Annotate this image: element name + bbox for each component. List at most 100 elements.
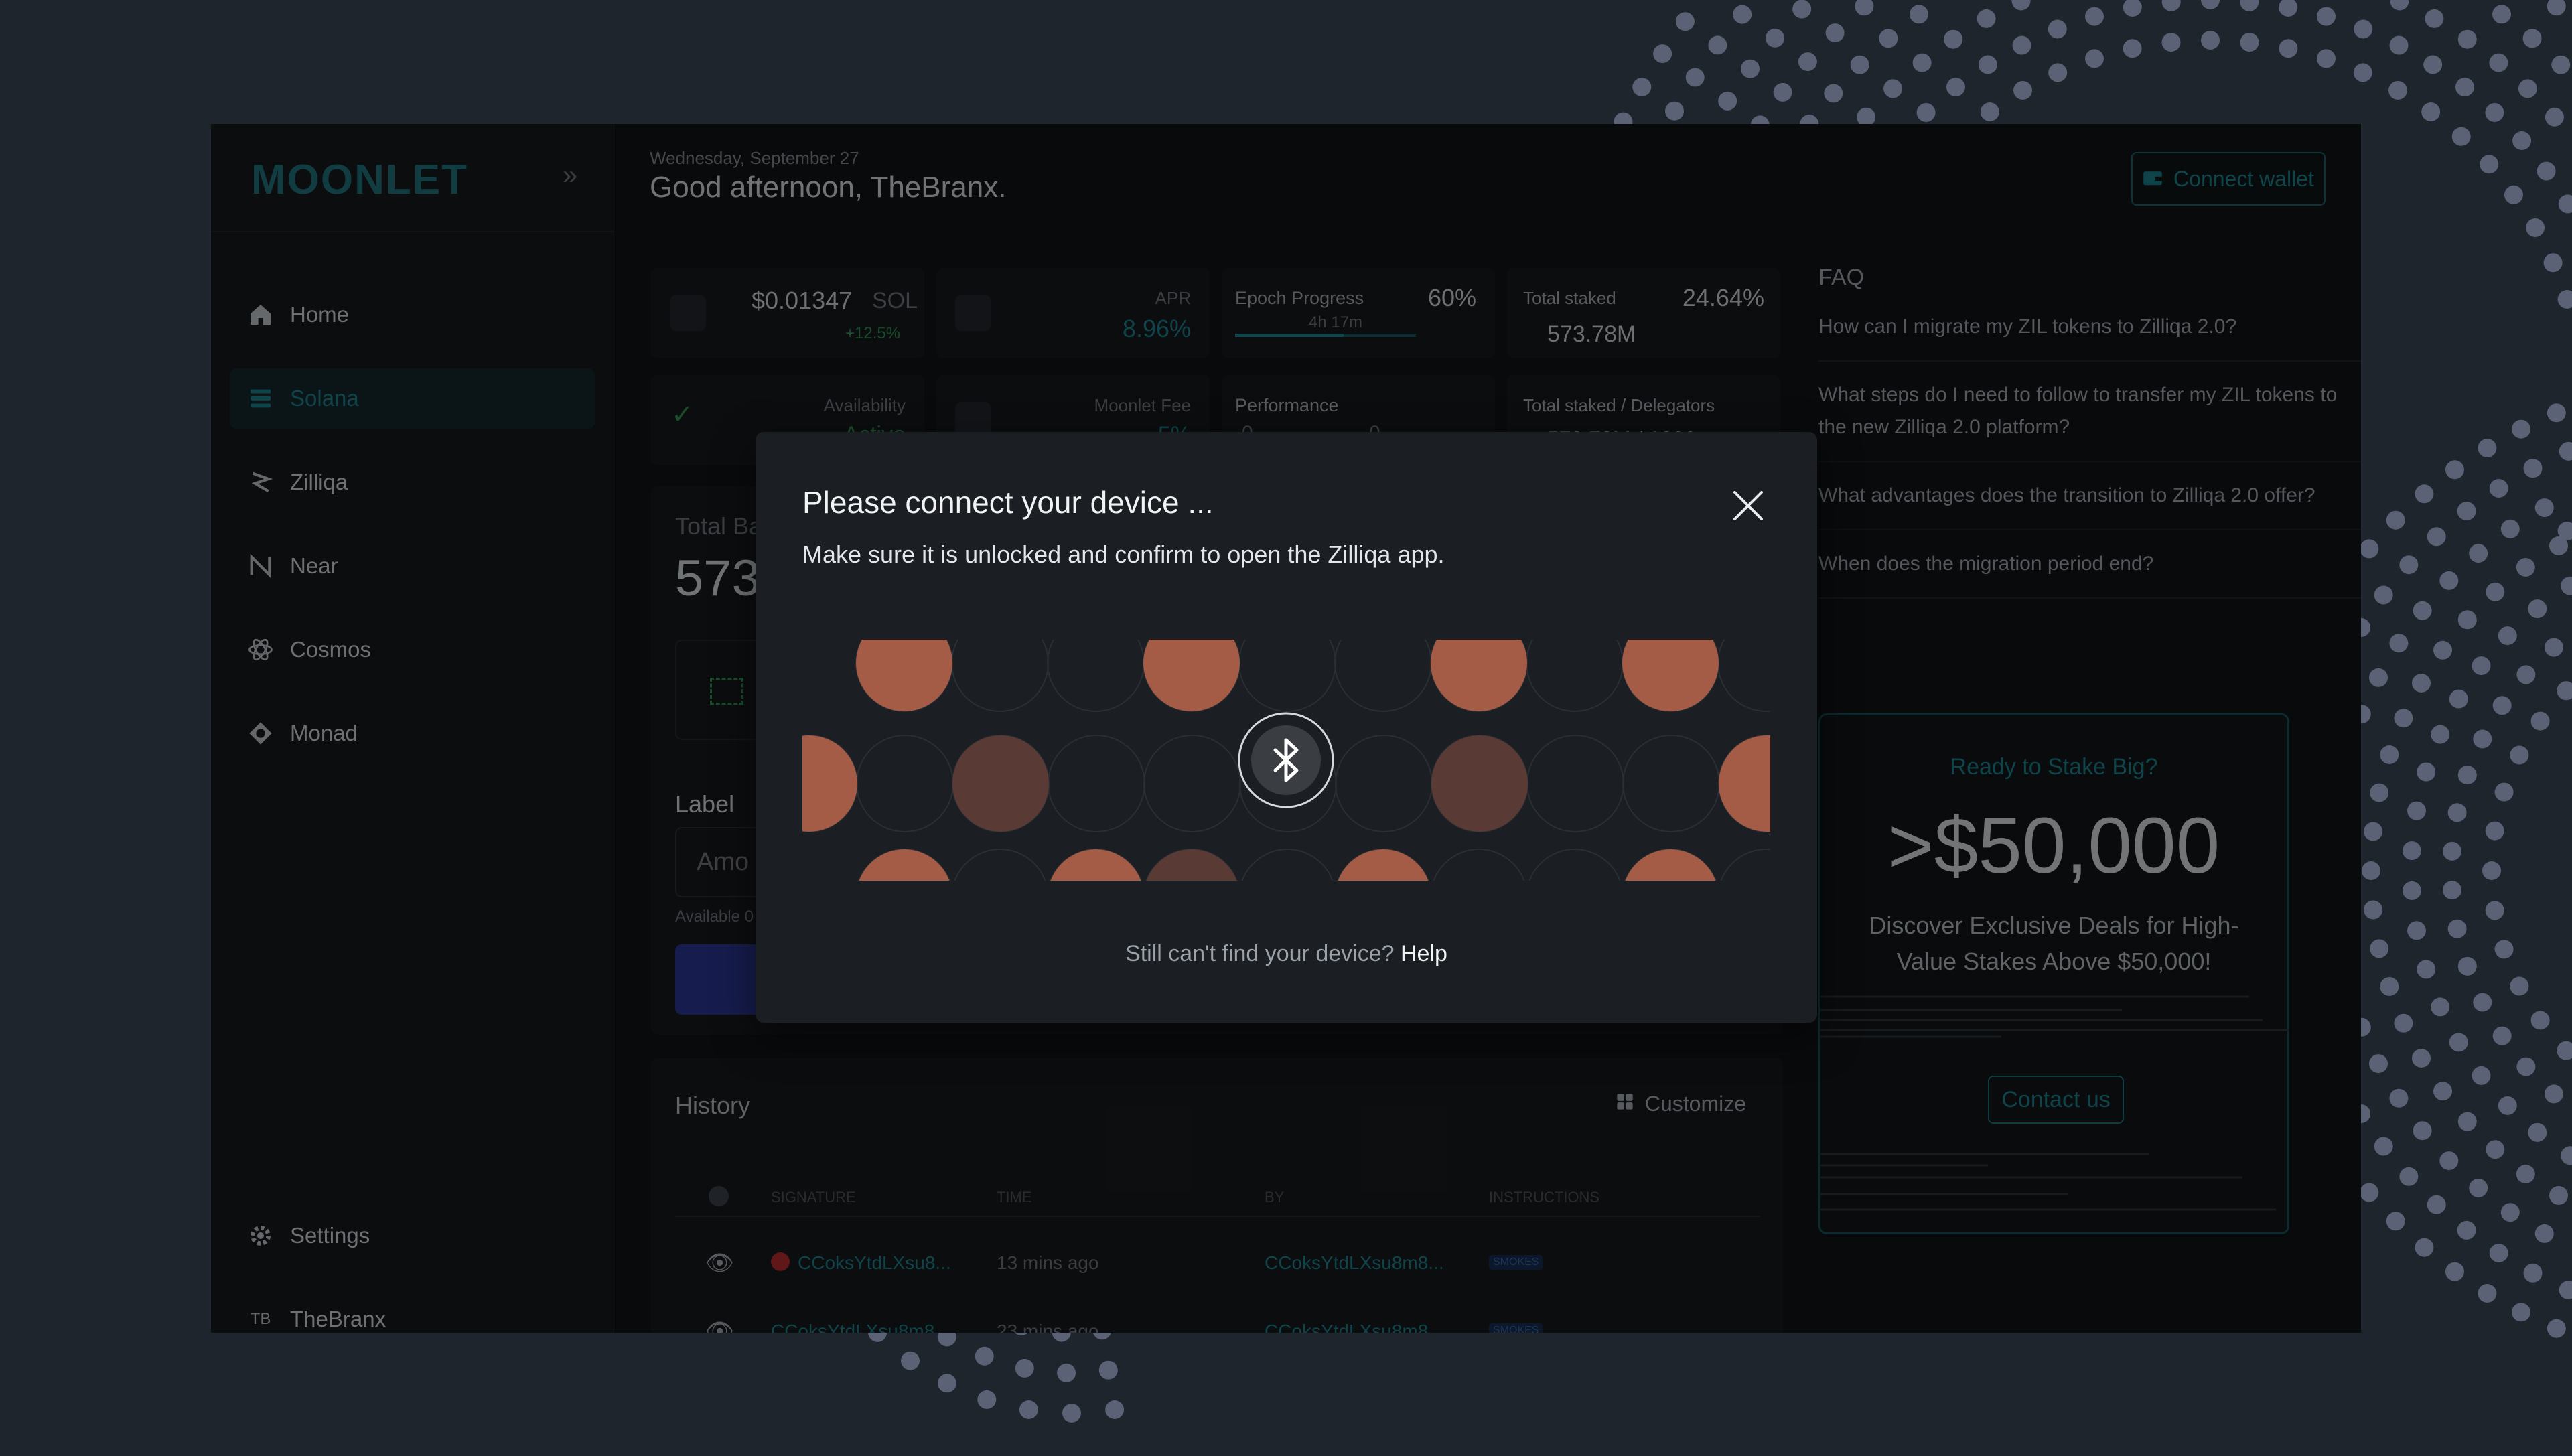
background-dot xyxy=(937,1374,956,1393)
background-dot xyxy=(2402,841,2421,861)
background-dot xyxy=(2457,502,2476,521)
background-dot xyxy=(2522,29,2542,48)
background-dot xyxy=(2362,861,2380,880)
pattern-circle xyxy=(1625,849,1716,881)
background-dot xyxy=(2374,585,2393,605)
background-dot xyxy=(2472,1066,2491,1085)
background-dot xyxy=(1653,44,1672,64)
connect-device-modal: Please connect your device ... Make sure… xyxy=(756,432,1817,1023)
background-dot xyxy=(1910,5,1928,24)
close-icon[interactable] xyxy=(1728,486,1768,526)
device-search-pattern xyxy=(802,640,1770,881)
background-dot xyxy=(1792,0,1812,19)
background-dot xyxy=(2472,656,2491,676)
background-dot xyxy=(2455,78,2474,97)
background-dot xyxy=(2369,1054,2388,1074)
pattern-circle xyxy=(1143,640,1240,711)
background-dot xyxy=(2425,9,2444,28)
background-dot xyxy=(1741,59,1760,78)
background-dot xyxy=(2389,35,2409,55)
background-dot xyxy=(2561,576,2572,595)
background-dot xyxy=(2516,665,2536,684)
background-dot xyxy=(2500,519,2520,538)
background-dot xyxy=(2557,1041,2572,1060)
background-dot xyxy=(2443,841,2461,861)
background-dot xyxy=(2011,0,2031,11)
background-dot xyxy=(2559,1281,2572,1300)
background-dot xyxy=(2433,640,2452,660)
background-dot xyxy=(2530,711,2550,731)
background-dot xyxy=(2415,484,2434,504)
background-dot xyxy=(2427,527,2446,547)
background-dot xyxy=(2413,1121,2432,1141)
background-dot xyxy=(1980,102,1999,121)
background-dot xyxy=(2457,29,2477,49)
background-dot xyxy=(2279,39,2298,58)
background-dot xyxy=(2557,681,2572,701)
background-dot xyxy=(2370,783,2389,802)
background-dot xyxy=(2489,1244,2508,1262)
background-dot xyxy=(2123,39,2142,58)
background-dot xyxy=(977,1390,997,1409)
background-dot xyxy=(2492,696,2512,715)
background-dot xyxy=(2417,762,2436,782)
background-dot xyxy=(1977,9,1996,28)
pattern-ring xyxy=(1143,735,1241,832)
background-dot xyxy=(2445,1262,2464,1281)
pattern-circle xyxy=(1338,849,1429,881)
background-dot xyxy=(2469,544,2488,563)
background-dot xyxy=(2473,993,2492,1012)
background-dot xyxy=(2417,960,2436,979)
background-dot xyxy=(2457,1220,2476,1240)
background-dot xyxy=(2494,940,2514,959)
pattern-circle xyxy=(1146,849,1237,881)
background-dot xyxy=(2386,1212,2405,1231)
background-dot xyxy=(2317,7,2336,26)
background-dot xyxy=(2240,33,2259,52)
background-dot xyxy=(2530,1011,2550,1030)
background-dot xyxy=(2457,766,2477,785)
background-dot xyxy=(2492,5,2511,24)
pattern-circle xyxy=(1622,640,1719,711)
background-dot xyxy=(1718,91,1737,111)
background-dot xyxy=(2370,939,2389,958)
background-dot xyxy=(2549,536,2568,555)
background-dot xyxy=(1665,101,1684,121)
background-dot xyxy=(2389,1088,2409,1108)
pattern-circle xyxy=(859,849,950,881)
background-dot xyxy=(2523,1263,2543,1283)
background-dot xyxy=(2431,725,2450,744)
background-dot xyxy=(2485,103,2504,122)
background-dot xyxy=(2480,155,2499,174)
background-dot xyxy=(2443,881,2461,900)
help-link[interactable]: Help xyxy=(1401,941,1447,966)
background-dot xyxy=(2439,1151,2459,1171)
pattern-ring xyxy=(954,849,1046,881)
background-dot xyxy=(2421,102,2441,121)
pattern-ring xyxy=(1335,735,1433,832)
pattern-ring xyxy=(1526,640,1624,712)
background-dot xyxy=(2427,1195,2446,1214)
background-dot xyxy=(2386,510,2405,530)
background-dot xyxy=(2557,290,2572,309)
background-dot xyxy=(2394,709,2413,728)
background-dot xyxy=(2415,1238,2434,1257)
background-dot xyxy=(2013,81,2032,100)
background-dot xyxy=(2390,0,2409,11)
background-dot xyxy=(1978,55,1997,74)
background-dot xyxy=(1098,1360,1118,1380)
background-dot xyxy=(2123,0,2142,17)
background-dot xyxy=(2085,49,2104,68)
background-dot xyxy=(2547,0,2566,16)
background-dot xyxy=(2457,610,2477,630)
background-dot xyxy=(2498,626,2517,646)
background-dot xyxy=(2388,81,2407,100)
background-dot xyxy=(1825,23,1845,43)
background-dot xyxy=(2482,861,2501,880)
background-dot xyxy=(2544,1084,2563,1104)
background-dot xyxy=(2354,19,2373,39)
pattern-circle xyxy=(1719,735,1770,832)
background-dot xyxy=(2526,218,2545,237)
background-dot xyxy=(2447,919,2467,938)
background-dot xyxy=(1057,1363,1076,1382)
